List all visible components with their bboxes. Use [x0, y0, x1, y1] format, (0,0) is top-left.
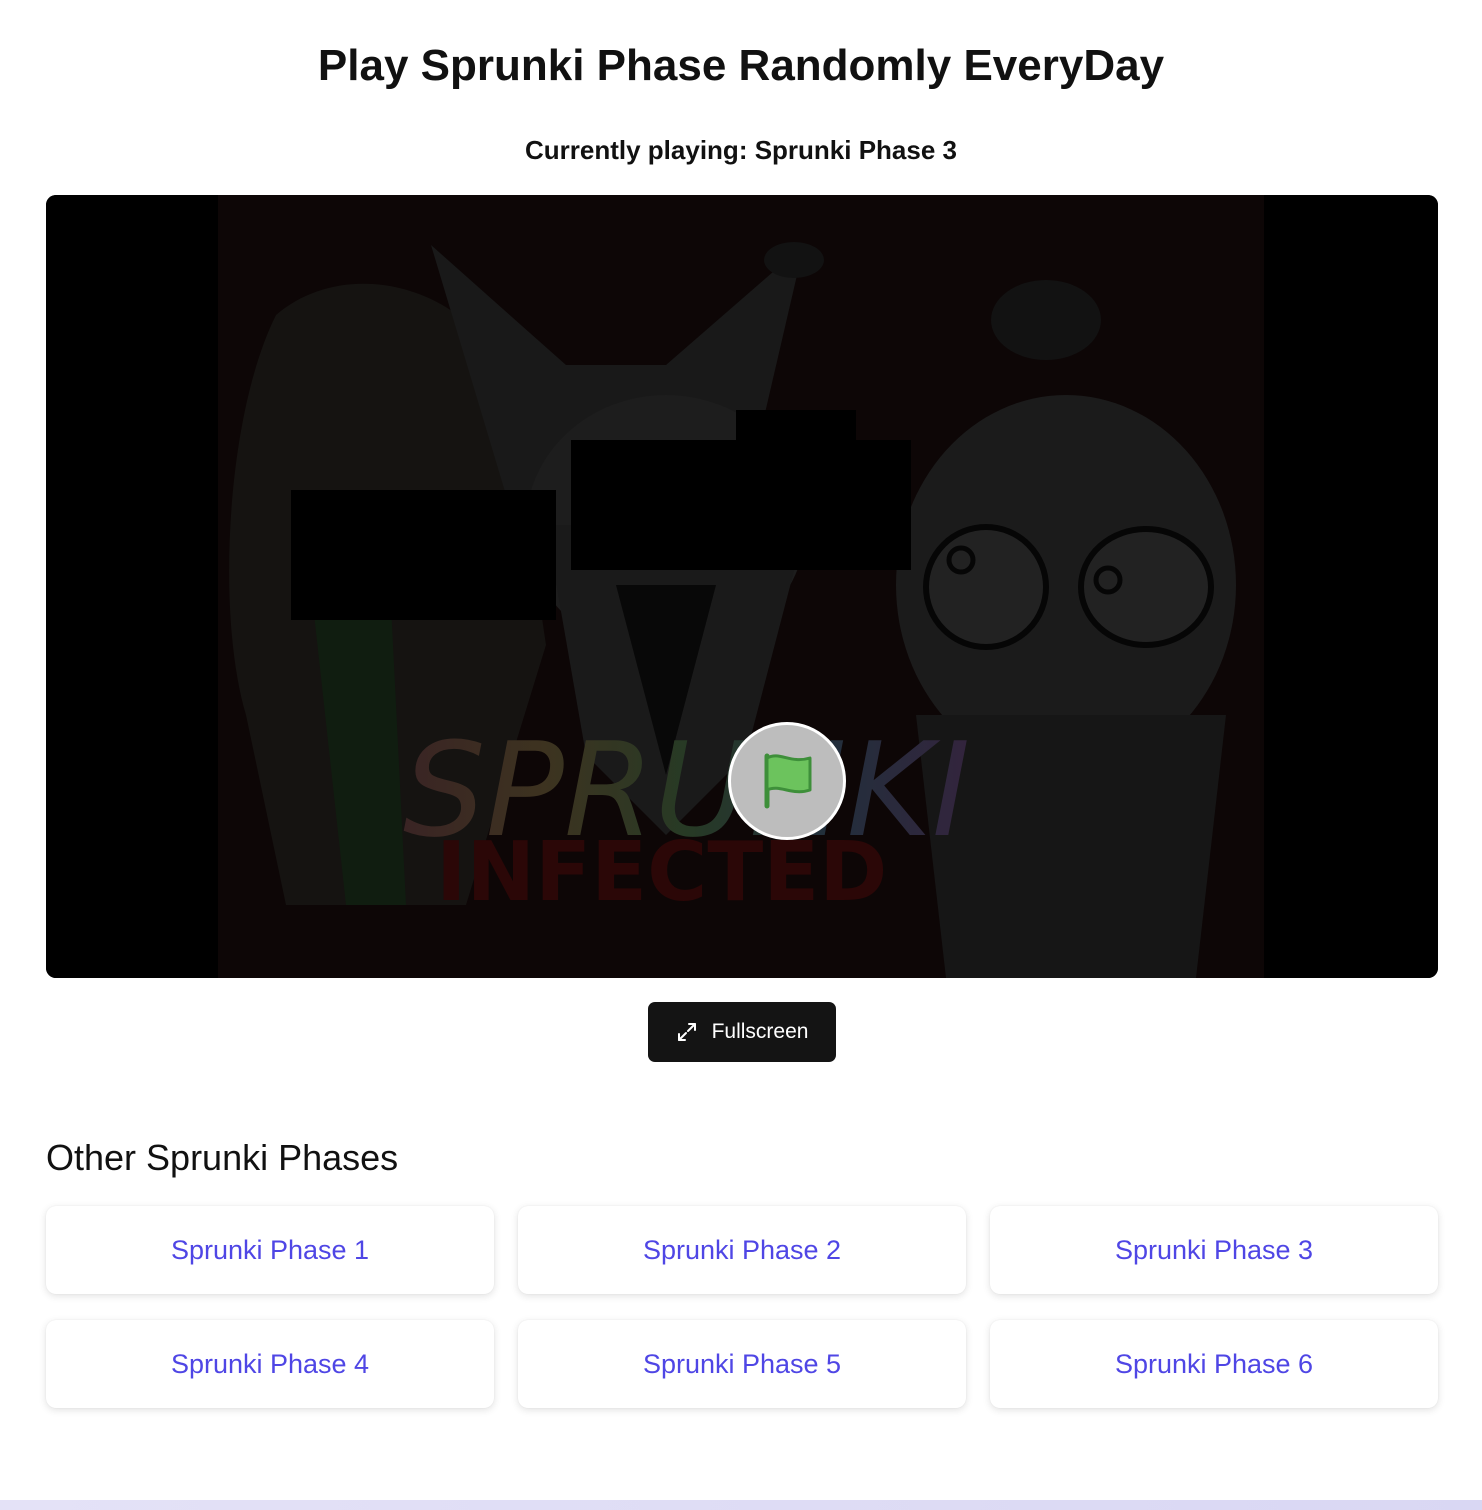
green-flag-icon	[764, 753, 812, 809]
game-cover-art: SPRUNKI INFECTED	[46, 195, 1438, 978]
artwork-subtitle: INFECTED	[436, 825, 887, 920]
play-flag-button[interactable]	[728, 722, 846, 840]
page: Play Sprunki Phase Randomly EveryDay Cur…	[0, 0, 1482, 1504]
bottom-strip	[0, 1500, 1482, 1510]
game-player[interactable]: SPRUNKI INFECTED	[46, 195, 1438, 978]
now-playing-label: Currently playing: Sprunki Phase 3	[525, 135, 957, 165]
phase-links-grid: Sprunki Phase 1 Sprunki Phase 2 Sprunki …	[46, 1206, 1438, 1408]
phase-link-1[interactable]: Sprunki Phase 1	[46, 1206, 494, 1294]
phase-link-4[interactable]: Sprunki Phase 4	[46, 1320, 494, 1408]
fullscreen-button[interactable]: Fullscreen	[648, 1002, 836, 1062]
phase-link-2[interactable]: Sprunki Phase 2	[518, 1206, 966, 1294]
phase-link-3[interactable]: Sprunki Phase 3	[990, 1206, 1438, 1294]
phase-link-5[interactable]: Sprunki Phase 5	[518, 1320, 966, 1408]
expand-arrows-icon	[677, 1023, 696, 1041]
fullscreen-label: Fullscreen	[711, 1020, 809, 1043]
page-title: Play Sprunki Phase Randomly EveryDay	[317, 41, 1165, 90]
other-phases-heading: Other Sprunki Phases	[46, 1137, 399, 1178]
phase-link-6[interactable]: Sprunki Phase 6	[990, 1320, 1438, 1408]
